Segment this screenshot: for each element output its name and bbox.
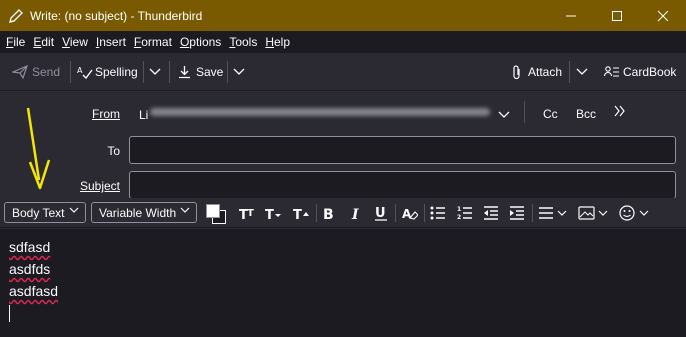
- body-line: asdfasd: [9, 283, 59, 299]
- svg-text:1: 1: [457, 206, 461, 213]
- save-dropdown[interactable]: [233, 61, 245, 83]
- menu-file[interactable]: File: [2, 35, 29, 49]
- remove-formatting-button[interactable]: A: [401, 204, 419, 222]
- chevron-down-icon: [576, 68, 588, 75]
- from-dropdown[interactable]: [498, 108, 510, 122]
- compose-toolbar: Send A Spelling Save Attach CardBook: [0, 53, 686, 91]
- indent-icon: [510, 206, 524, 220]
- svg-text:T: T: [265, 208, 274, 220]
- menu-view[interactable]: View: [58, 35, 92, 49]
- chevron-down-icon: [180, 207, 190, 213]
- contact-card-icon: [604, 66, 619, 77]
- more-recipients-button[interactable]: [614, 105, 626, 120]
- svg-text:U: U: [375, 206, 386, 221]
- numbered-list-button[interactable]: 12: [456, 204, 474, 222]
- text-caret: [9, 305, 10, 322]
- bullet-list-button[interactable]: [429, 204, 447, 222]
- bcc-button[interactable]: Bcc: [576, 107, 596, 121]
- from-label: From: [92, 107, 120, 121]
- attach-button[interactable]: Attach: [512, 61, 562, 83]
- text-size-up-icon: T: [293, 208, 309, 220]
- text-larger-icon: TT: [239, 208, 254, 220]
- chevron-down-icon: [498, 111, 510, 118]
- to-label: To: [107, 144, 120, 158]
- menu-bar: File Edit View Insert Format Options Too…: [0, 31, 686, 53]
- chevron-down-icon: [69, 207, 79, 213]
- numbered-list-icon: 12: [457, 206, 472, 220]
- align-menu-button[interactable]: [537, 204, 571, 222]
- format-toolbar: Body Text Variable Width TT T T B I U A …: [0, 198, 686, 228]
- font-size-bigger-button[interactable]: T: [293, 204, 311, 222]
- chevron-down-icon: [149, 68, 161, 75]
- svg-text:A: A: [77, 66, 83, 75]
- to-field[interactable]: [129, 136, 676, 164]
- italic-button[interactable]: I: [347, 204, 365, 222]
- text-color-button[interactable]: [204, 202, 230, 224]
- svg-text:T: T: [247, 208, 254, 219]
- close-button[interactable]: [640, 0, 686, 31]
- menu-tools[interactable]: Tools: [225, 35, 261, 49]
- indent-button[interactable]: [508, 204, 526, 222]
- double-chevron-right-icon: [614, 105, 625, 117]
- spelling-dropdown[interactable]: [149, 61, 161, 83]
- compose-pencil-icon: [8, 8, 24, 24]
- spelling-button[interactable]: A Spelling: [77, 61, 138, 83]
- body-line: asdfds: [9, 261, 51, 277]
- minimize-icon: [566, 15, 576, 16]
- outdent-button[interactable]: [482, 204, 500, 222]
- paperclip-icon: [513, 64, 520, 79]
- from-identity[interactable]: Li: [139, 108, 148, 122]
- insert-image-icon: [578, 206, 608, 220]
- maximize-icon: [612, 10, 622, 21]
- svg-text:I: I: [351, 207, 359, 220]
- menu-insert[interactable]: Insert: [92, 35, 130, 49]
- paragraph-format-select[interactable]: Body Text: [4, 202, 86, 223]
- subject-label: Subject: [79, 179, 120, 193]
- redacted-email: [150, 108, 490, 116]
- foreground-color-swatch: [206, 204, 220, 218]
- font-size-larger-button[interactable]: TT: [239, 204, 257, 222]
- menu-help[interactable]: Help: [261, 35, 294, 49]
- eraser-format-icon: A: [402, 207, 418, 220]
- save-button[interactable]: Save: [178, 61, 223, 83]
- menu-options[interactable]: Options: [176, 35, 225, 49]
- underline-button[interactable]: U: [372, 204, 390, 222]
- body-line: sdfasd: [9, 239, 51, 255]
- annotation-arrow-icon: [26, 107, 51, 190]
- close-icon: [657, 10, 669, 21]
- italic-icon: I: [351, 207, 359, 220]
- bullet-list-icon: [430, 206, 445, 220]
- maximize-button[interactable]: [594, 0, 640, 31]
- attach-dropdown[interactable]: [576, 61, 588, 83]
- cc-button[interactable]: Cc: [543, 107, 558, 121]
- bold-icon: B: [323, 207, 334, 220]
- send-button[interactable]: Send: [12, 61, 60, 83]
- font-select[interactable]: Variable Width: [91, 202, 197, 223]
- subject-field[interactable]: [129, 171, 676, 199]
- save-download-icon: [179, 66, 190, 79]
- outdent-icon: [484, 206, 498, 220]
- minimize-button[interactable]: [548, 0, 594, 31]
- menu-edit[interactable]: Edit: [29, 35, 58, 49]
- chevron-down-icon: [233, 68, 245, 75]
- font-size-smaller-button[interactable]: T: [265, 204, 283, 222]
- cardbook-button[interactable]: CardBook: [604, 61, 676, 83]
- bold-button[interactable]: B: [320, 204, 338, 222]
- smiley-menu-button[interactable]: [619, 204, 653, 222]
- svg-text:T: T: [293, 208, 302, 220]
- message-body-editor[interactable]: [0, 229, 686, 337]
- svg-text:2: 2: [457, 214, 461, 220]
- window-title: Write: (no subject) - Thunderbird: [30, 8, 203, 23]
- underline-icon: U: [375, 206, 387, 221]
- insert-menu-button[interactable]: [578, 204, 612, 222]
- svg-text:B: B: [323, 207, 334, 220]
- menu-format[interactable]: Format: [130, 35, 176, 49]
- send-icon: [12, 65, 28, 79]
- smiley-icon: [619, 205, 649, 221]
- text-smaller-icon: T: [265, 208, 281, 220]
- align-left-icon: [539, 207, 567, 219]
- spelling-icon: A: [77, 66, 93, 79]
